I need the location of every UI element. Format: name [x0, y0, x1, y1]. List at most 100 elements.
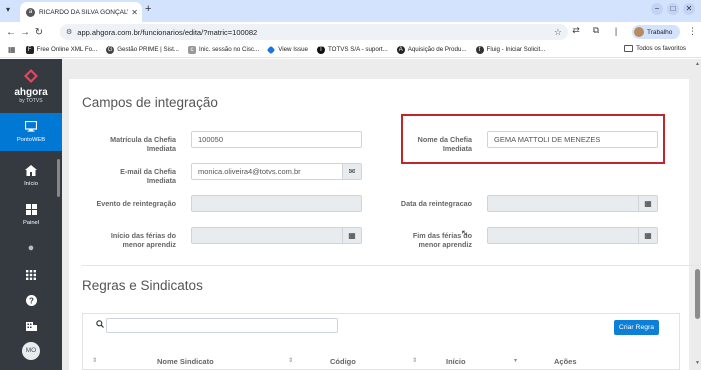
- site-info-icon[interactable]: ⚙: [66, 28, 72, 36]
- tab-close-icon[interactable]: ✕: [131, 8, 138, 17]
- sidebar-item-label: Painel: [22, 220, 40, 226]
- sidebar-item-label: Início: [24, 181, 38, 187]
- logo-text: ahgora: [14, 87, 48, 98]
- profile-label: Trabalho: [647, 28, 673, 36]
- forward-icon[interactable]: →: [18, 27, 32, 38]
- sidebar-item-pontoweb[interactable]: PontoWEB: [0, 113, 62, 151]
- back-icon[interactable]: ←: [4, 27, 18, 38]
- bell-icon: ●: [27, 242, 35, 254]
- building-icon: [0, 320, 62, 334]
- page-scrollbar[interactable]: ▲ ▼: [695, 61, 700, 366]
- field-label-evento-reintegracao: Evento de reintegração: [96, 199, 177, 208]
- bookmark-favicon-icon: F: [25, 45, 34, 54]
- bookmark-favicon-icon: A: [396, 45, 405, 54]
- reload-icon[interactable]: ↻: [32, 27, 46, 38]
- address-bar[interactable]: ⚙ app.ahgora.com.br/funcionarios/edita/?…: [60, 24, 568, 40]
- field-label-matricula-chefia: Matrícula da Chefia Imediata: [110, 135, 176, 153]
- window-controls: − □ ✕: [651, 3, 695, 15]
- sort-icon[interactable]: ⇕: [288, 357, 293, 364]
- bookmark-item[interactable]: A Aquisição de Produ...: [396, 45, 467, 54]
- fim-ferias-input[interactable]: [487, 227, 639, 244]
- scroll-down-icon[interactable]: ▼: [695, 360, 700, 366]
- bookmark-label: Gestão PRIME | Sist...: [117, 46, 179, 53]
- column-header-inicio[interactable]: Início: [446, 357, 466, 366]
- browser-tab[interactable]: a RICARDO DA SILVA GONÇALVE ✕: [20, 2, 142, 22]
- sidebar-scrollbar[interactable]: [57, 159, 60, 197]
- bookmark-label: Aquisição de Produ...: [407, 46, 467, 53]
- address-url[interactable]: app.ahgora.com.br/funcionarios/edita/?ma…: [77, 28, 554, 37]
- sort-desc-icon[interactable]: ▾: [514, 357, 517, 364]
- bookmark-label: Inic. sessão no Cisc...: [199, 46, 260, 53]
- minimize-icon[interactable]: −: [651, 3, 663, 15]
- all-bookmarks-label: Todos os favoritos: [636, 45, 686, 52]
- apps-grid-icon[interactable]: ▦: [8, 45, 16, 54]
- maximize-icon[interactable]: □: [667, 3, 679, 15]
- translate-icon[interactable]: ⇄: [570, 25, 582, 36]
- bookmark-item[interactable]: f Fluig - Iniciar Solicit...: [475, 45, 546, 54]
- sidebar-item-painel[interactable]: Painel: [0, 204, 62, 226]
- bookmark-favicon-icon: G: [106, 45, 115, 54]
- column-header-nome-sindicato[interactable]: Nome Sindicato: [157, 357, 214, 366]
- sort-icon[interactable]: ⇕: [412, 357, 417, 364]
- envelope-icon[interactable]: ✉: [342, 163, 362, 180]
- sort-icon[interactable]: ⇕: [92, 357, 97, 364]
- logo-subtitle: by TOTVS: [19, 98, 43, 104]
- bookmark-item[interactable]: View Issue: [266, 45, 308, 54]
- bookmark-favicon-icon: f: [475, 45, 484, 54]
- profile-chip[interactable]: Trabalho: [632, 25, 680, 39]
- matricula-chefia-input[interactable]: 100050: [191, 131, 362, 148]
- section-title-integration: Campos de integração: [82, 95, 218, 110]
- sidebar-item-label: PontoWEB: [16, 137, 46, 143]
- bookmark-label: Fluig - Iniciar Solicit...: [486, 46, 546, 53]
- calendar-icon[interactable]: ▦: [342, 227, 362, 244]
- all-bookmarks[interactable]: Todos os favoritos: [624, 45, 686, 52]
- home-icon: [0, 165, 62, 179]
- user-avatar[interactable]: MO: [22, 342, 40, 360]
- section-title-rules: Regras e Sindicatos: [82, 278, 203, 293]
- page-scrollbar-thumb[interactable]: [695, 269, 700, 319]
- help-icon: ?: [0, 295, 62, 309]
- tab-search-icon[interactable]: ▾: [6, 5, 10, 14]
- field-label-data-reintegracao: Data da reintegracao: [400, 199, 472, 208]
- folder-icon: [624, 45, 634, 52]
- bookmark-favicon-icon: T: [317, 45, 325, 54]
- app-sidebar: ahgora by TOTVS PontoWEB Início Painel ●…: [0, 59, 62, 370]
- calendar-icon[interactable]: ▦: [638, 195, 658, 212]
- bookmark-favicon-icon: c: [188, 45, 196, 54]
- bookmark-item[interactable]: G Gestão PRIME | Sist...: [106, 45, 179, 54]
- browser-toolbar: ← → ↻ ⚙ app.ahgora.com.br/funcionarios/e…: [0, 22, 701, 42]
- bookmark-favicon-icon: [266, 45, 276, 54]
- close-window-icon[interactable]: ✕: [683, 3, 695, 15]
- bookmark-item[interactable]: F Free Online XML Fo...: [25, 45, 98, 54]
- bookmark-item[interactable]: T TOTVS S/A - suport...: [317, 45, 388, 54]
- browser-menu-icon[interactable]: ⋮: [688, 26, 697, 37]
- evento-reintegracao-input[interactable]: [191, 195, 362, 212]
- create-rule-button[interactable]: Criar Regra: [614, 320, 659, 335]
- bookmarks-bar: ▦ F Free Online XML Fo... G Gestão PRIME…: [0, 42, 701, 58]
- tab-favicon-icon: a: [26, 7, 35, 17]
- email-chefia-input[interactable]: monica.oliveira4@totvs.com.br: [191, 163, 343, 180]
- bookmark-star-icon[interactable]: ☆: [554, 27, 562, 38]
- data-reintegracao-input[interactable]: [487, 195, 639, 212]
- scroll-up-icon[interactable]: ▲: [695, 61, 700, 67]
- inicio-ferias-input[interactable]: [191, 227, 343, 244]
- bookmark-item[interactable]: c Inic. sessão no Cisc...: [188, 45, 260, 54]
- browser-tab-strip: ▾ a RICARDO DA SILVA GONÇALVE ✕ + − □ ✕: [0, 0, 701, 22]
- sidebar-item-apps[interactable]: [0, 270, 62, 283]
- tab-title: RICARDO DA SILVA GONÇALVE: [39, 8, 129, 16]
- sidebar-item-company[interactable]: [0, 320, 62, 334]
- sidebar-item-bell[interactable]: ●: [0, 242, 62, 254]
- grid-icon: [0, 204, 62, 218]
- bookmark-label: Free Online XML Fo...: [36, 46, 98, 53]
- calendar-icon[interactable]: ▦: [638, 227, 658, 244]
- column-header-codigo[interactable]: Código: [330, 357, 356, 366]
- sidebar-item-help[interactable]: ?: [0, 295, 62, 309]
- svg-text:?: ?: [29, 296, 34, 305]
- field-label-email-chefia: E-mail da Chefia Imediata: [120, 167, 176, 185]
- rules-search-input[interactable]: [106, 318, 338, 333]
- bookmark-label: TOTVS S/A - suport...: [328, 46, 388, 53]
- ahgora-logo[interactable]: ahgora by TOTVS: [8, 69, 54, 104]
- new-tab-icon[interactable]: +: [145, 3, 151, 15]
- sidebar-item-inicio[interactable]: Início: [0, 165, 62, 187]
- extensions-icon[interactable]: ⧉: [590, 25, 602, 36]
